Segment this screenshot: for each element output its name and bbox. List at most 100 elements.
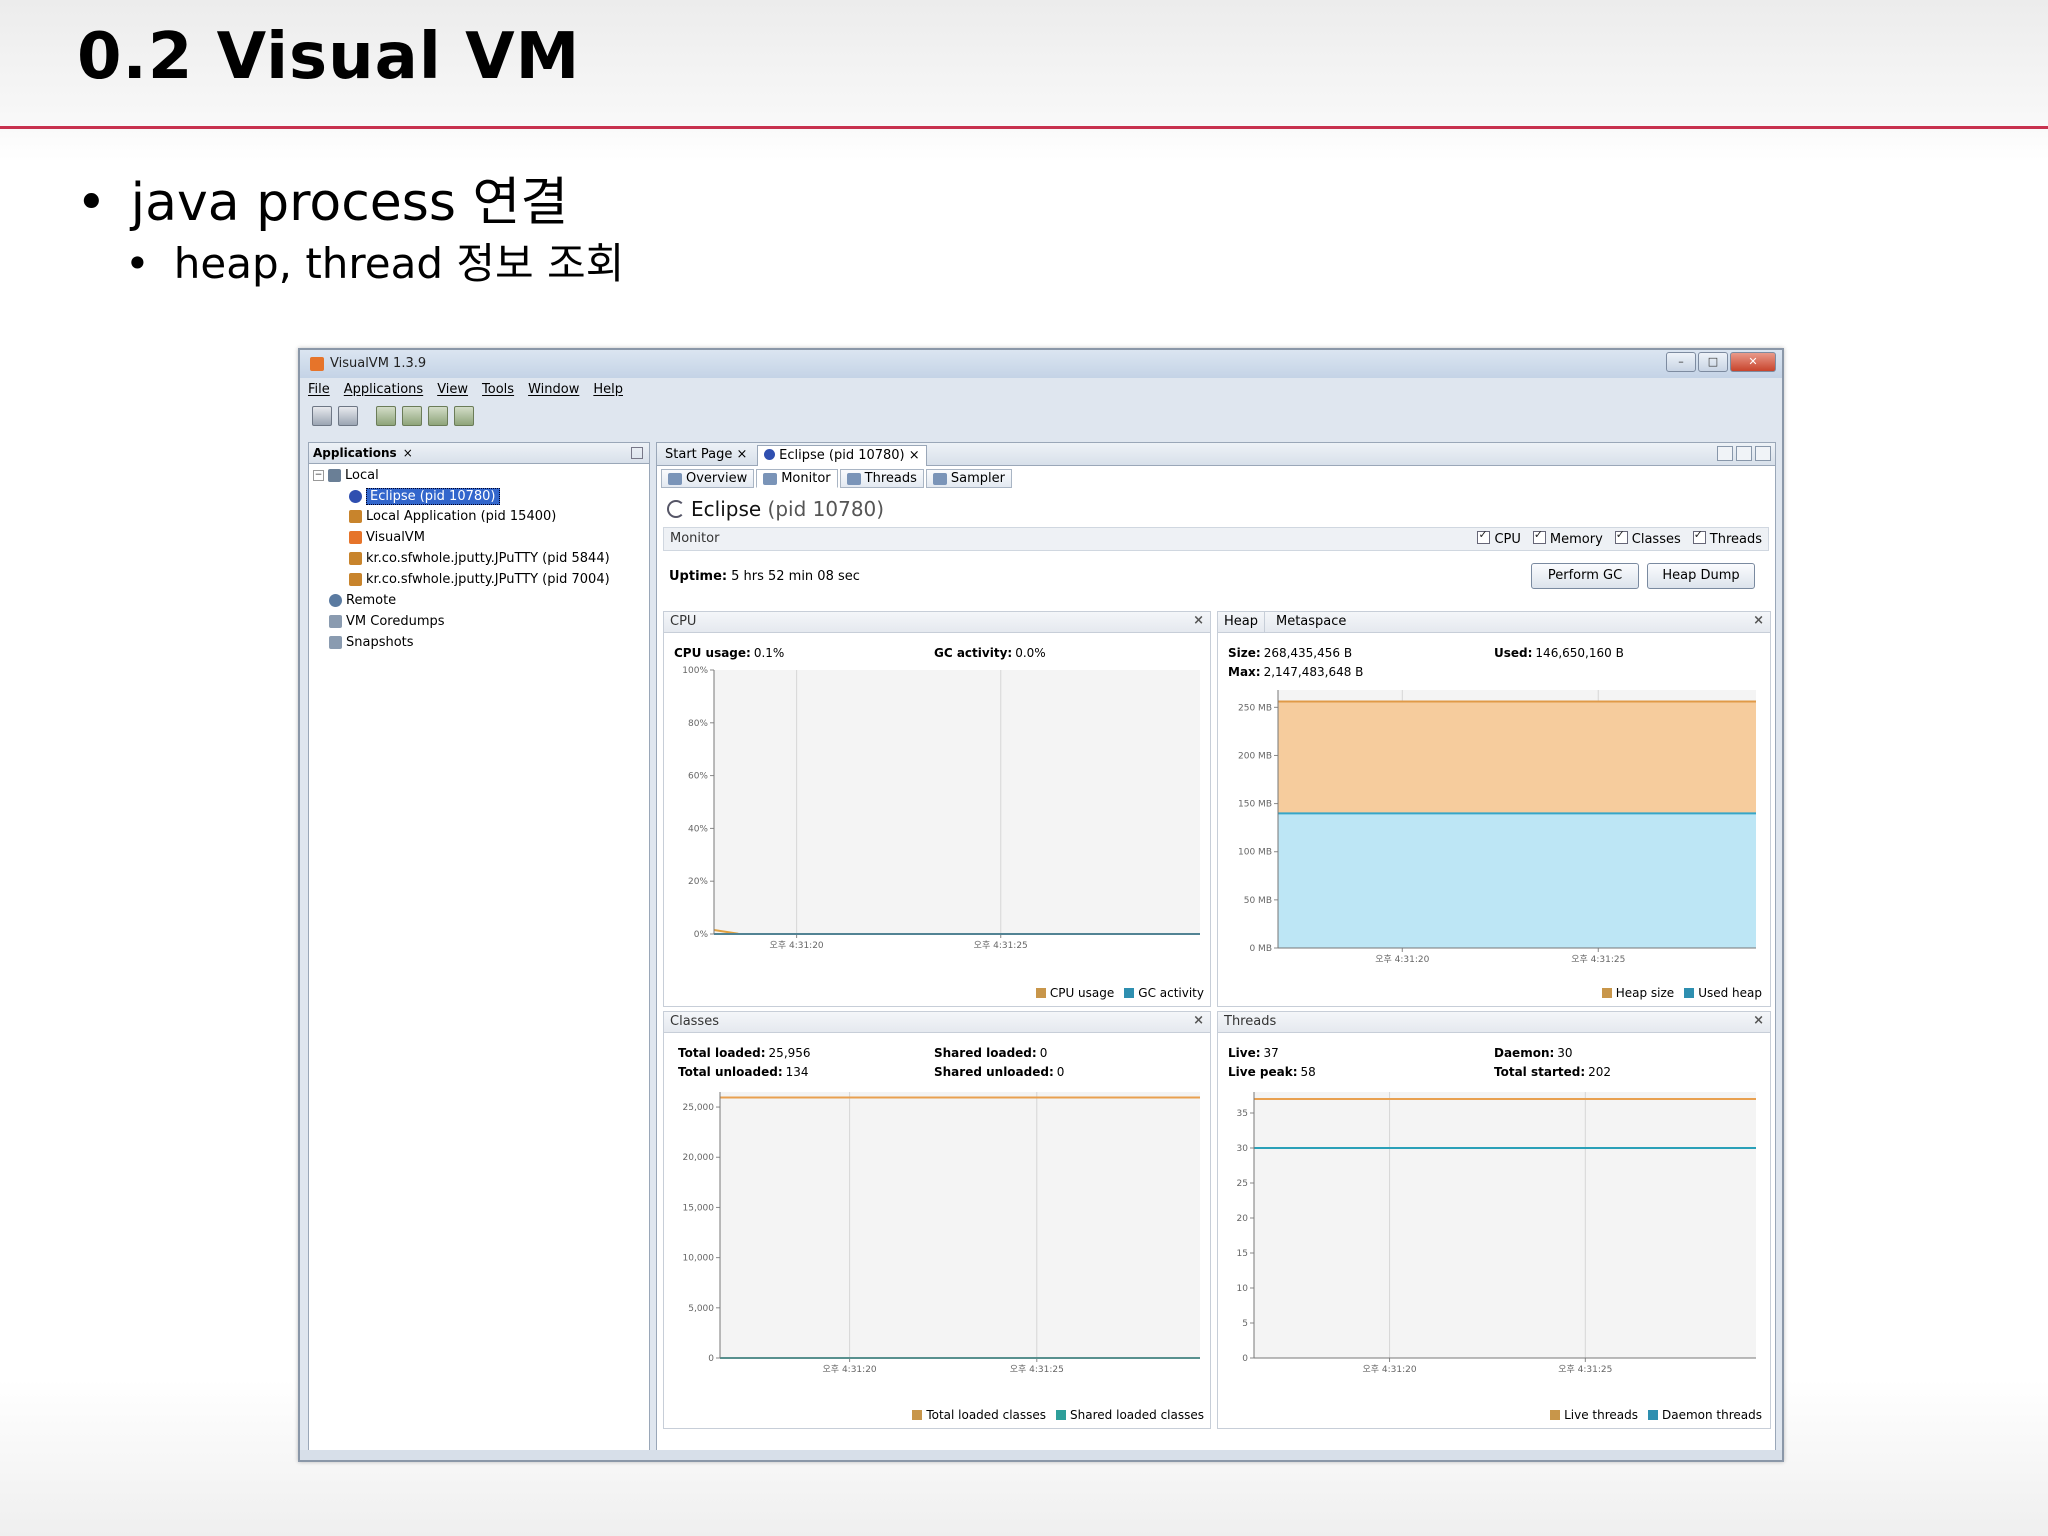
subtab-monitor[interactable]: Monitor [756,469,838,488]
y-tick-label: 15 [1237,1249,1248,1259]
bullet2-text: heap, thread 정보 조회 [173,239,625,288]
checkbox-checked-icon [1692,528,1706,544]
view-subtabs: Overview Monitor Threads Sampler [661,469,1012,488]
subtab-overview[interactable]: Overview [661,469,755,488]
tree-node-eclipse[interactable]: Eclipse (pid 10780) [349,488,500,505]
perform-gc-button[interactable]: Perform GC [1531,563,1639,589]
tree-node-jputty-5844[interactable]: kr.co.sfwhole.jputty.JPuTTY (pid 5844) [349,551,610,566]
tab-eclipse[interactable]: Eclipse (pid 10780) × [757,445,927,466]
maximize-editor-icon[interactable] [1755,446,1771,461]
slide-title: 0.2 Visual VM [77,20,581,94]
visualvm-icon [349,531,362,544]
heap-chart: 0 MB 50 MB 100 MB 150 MB 200 MB 250 MB 오후 4:31… [1238,690,1756,965]
y-tick-label: 100 MB [1238,848,1272,858]
tab-start-page[interactable]: Start Page × [659,445,753,465]
save-icon[interactable] [338,406,358,426]
minimize-panel-icon[interactable] [631,447,643,459]
open-file-icon[interactable] [312,406,332,426]
remote-host-icon [329,594,342,607]
checkbox-memory[interactable]: Memory [1532,528,1603,547]
close-tab-icon[interactable]: × [909,448,920,463]
threads-chart: 0 5 10 15 20 25 30 35 오후 4:31:20 오후 4:31:25 [1237,1092,1756,1375]
close-button[interactable]: ✕ [1730,352,1776,372]
tree-node-visualvm[interactable]: VisualVM [349,530,425,545]
daemon-threads-stat: Daemon: 30 [1494,1046,1573,1060]
menu-bar: File Applications View Tools Window Help [308,382,623,402]
scroll-tabs-icon[interactable] [1717,446,1733,461]
tree-node-vm-coredumps[interactable]: VM Coredumps [329,614,445,629]
tab-controls [1717,446,1771,461]
checkbox-cpu[interactable]: CPU [1477,528,1521,547]
document-tabs: Start Page × Eclipse (pid 10780) × [657,443,1775,466]
x-tick-label: 오후 4:31:25 [974,940,1028,951]
bullet-level1: • java process 연결 [76,173,569,233]
tree-node-local[interactable]: − Local [313,468,379,483]
close-panel-icon[interactable]: × [1193,613,1204,628]
legend-daemon-threads: Daemon threads [1647,1408,1762,1422]
main-toolbar [312,406,474,426]
visualvm-app-icon [310,357,324,371]
subtab-threads[interactable]: Threads [839,469,924,488]
maximize-button[interactable]: □ [1698,352,1728,372]
add-snapshot-icon[interactable] [454,406,474,426]
heap-dump-button[interactable]: Heap Dump [1647,563,1755,589]
overview-icon [668,472,682,485]
y-tick-label: 30 [1237,1144,1249,1154]
tree-node-snapshots[interactable]: Snapshots [329,635,414,650]
threads-icon [846,472,861,485]
close-panel-icon[interactable]: × [1753,1013,1764,1028]
y-tick-label: 25 [1237,1179,1248,1189]
y-tick-label: 150 MB [1238,800,1272,810]
close-tab-icon[interactable]: × [403,446,413,460]
menu-view[interactable]: View [437,382,468,402]
tab-list-icon[interactable] [1736,446,1752,461]
y-tick-label: 200 MB [1238,751,1272,761]
menu-window[interactable]: Window [528,382,579,402]
menu-tools[interactable]: Tools [482,382,514,402]
live-peak-stat: Live peak: 58 [1228,1065,1316,1079]
menu-help[interactable]: Help [593,382,623,402]
monitor-checkboxes: CPU Memory Classes Threads [1477,528,1762,547]
close-panel-icon[interactable]: × [1193,1013,1204,1028]
applications-tab[interactable]: Applications × [313,446,413,460]
tab-heap[interactable]: Heap [1218,612,1265,632]
classes-panel-title: Classes [670,1014,719,1029]
status-bar [300,1450,1782,1460]
minimize-button[interactable]: – [1666,352,1696,372]
checkbox-classes[interactable]: Classes [1614,528,1681,547]
y-tick-label: 250 MB [1238,703,1272,713]
checkbox-threads[interactable]: Threads [1692,528,1762,547]
cpu-panel: CPU × CPU usage: 0.1% GC activity: 0.0% 0% 2… [663,611,1211,1007]
menu-applications[interactable]: Applications [344,382,423,402]
window-titlebar[interactable]: VisualVM 1.3.9 – □ ✕ [300,350,1782,378]
uptime: Uptime: 5 hrs 52 min 08 sec [669,569,860,584]
checkbox-checked-icon [1614,528,1628,544]
x-tick-label: 오후 4:31:20 [1362,1364,1416,1375]
heap-used-stat: Used: 146,650,160 B [1494,646,1624,660]
close-panel-icon[interactable]: × [1753,613,1764,628]
checkbox-checked-icon [1477,528,1491,544]
subtab-sampler[interactable]: Sampler [925,469,1012,488]
y-tick-label: 0% [694,930,709,940]
add-coredump-icon[interactable] [428,406,448,426]
y-tick-label: 35 [1237,1109,1248,1119]
tree-node-jputty-7004[interactable]: kr.co.sfwhole.jputty.JPuTTY (pid 7004) [349,572,610,587]
add-jmx-connection-icon[interactable] [402,406,422,426]
tab-metaspace[interactable]: Metaspace [1270,612,1352,632]
shared-loaded-stat: Shared loaded: 0 [934,1046,1048,1060]
menu-file[interactable]: File [308,382,330,402]
y-tick-label: 10 [1237,1284,1249,1294]
add-remote-host-icon[interactable] [376,406,396,426]
classes-chart: 0 5,000 10,000 15,000 20,000 25,000 오후 4:31:20… [683,1092,1200,1375]
y-tick-label: 80% [688,719,708,729]
y-tick-label: 50 MB [1244,896,1272,906]
y-tick-label: 5,000 [688,1304,714,1314]
applications-panel-header: Applications × [309,443,649,464]
collapse-icon[interactable]: − [313,470,324,481]
tree-node-remote[interactable]: Remote [329,593,396,608]
local-host-icon [328,469,341,482]
y-tick-label: 60% [688,772,708,782]
close-tab-icon[interactable]: × [737,447,748,462]
y-tick-label: 20% [688,877,708,887]
tree-node-local-application[interactable]: Local Application (pid 15400) [349,509,556,524]
